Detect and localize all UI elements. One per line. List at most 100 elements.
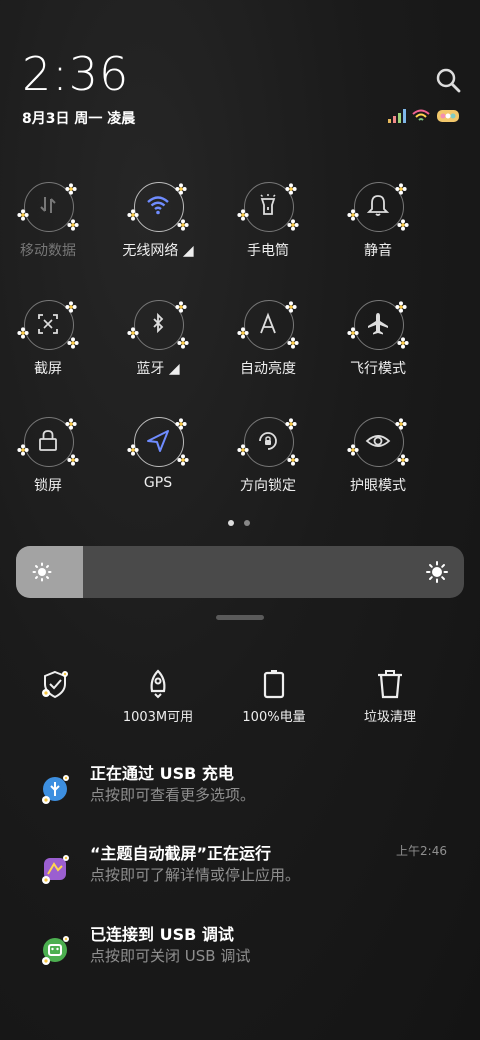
tile-mobile-data[interactable]: 移动数据 — [0, 178, 103, 278]
daisy-decoration — [177, 334, 189, 349]
notification-body: 点按即可关闭 USB 调试 — [90, 947, 251, 965]
date: 8月3日 周一 凌晨 — [22, 111, 136, 127]
brightness-low-icon — [32, 562, 52, 582]
brightness-slider[interactable] — [16, 546, 464, 598]
daisy-decoration — [395, 298, 407, 313]
daisy-decoration — [287, 216, 299, 231]
daisy-decoration — [287, 334, 299, 349]
memory-boost-button[interactable]: 1003M可用 — [103, 668, 213, 725]
clock: 2:36 — [22, 47, 130, 101]
notification-usb-charging[interactable]: 正在通过 USB 充电 点按即可查看更多选项。 — [0, 760, 480, 832]
shield-icon — [42, 670, 68, 699]
status-bar-icons — [388, 108, 462, 124]
wifi-status-icon — [412, 109, 430, 121]
tile-label: 无线网络 ◢ — [122, 243, 194, 259]
tile-lock[interactable]: 锁屏 — [0, 413, 103, 513]
battery-button[interactable]: 100%电量 — [219, 668, 329, 725]
tile-bell[interactable]: 静音 — [323, 178, 433, 278]
daisy-decoration — [395, 180, 407, 195]
rotation-lock-icon — [259, 432, 277, 450]
tile-label: 静音 — [364, 243, 392, 259]
theme-app-icon — [42, 855, 69, 884]
battery-label: 100%电量 — [242, 710, 306, 725]
tile-bluetooth[interactable]: 蓝牙 ◢ — [103, 296, 213, 396]
security-button[interactable] — [0, 668, 110, 706]
trash-icon — [378, 670, 402, 699]
eye-icon — [365, 435, 391, 447]
signal-icon — [388, 109, 406, 123]
daisy-decoration — [67, 451, 79, 466]
daisy-decoration — [177, 216, 189, 231]
cleaner-label: 垃圾清理 — [363, 710, 416, 725]
tile-label: 自动亮度 — [240, 361, 296, 377]
notification-usb-debugging[interactable]: 已连接到 USB 调试 点按即可关闭 USB 调试 — [0, 921, 480, 993]
bluetooth-icon — [153, 312, 164, 334]
tile-label: 蓝牙 ◢ — [136, 361, 180, 377]
screenshot-icon — [38, 314, 58, 334]
notification-body: 点按即可了解详情或停止应用。 — [90, 866, 301, 884]
mobile-data-icon — [40, 197, 56, 213]
notification-title: 正在通过 USB 充电 — [90, 764, 234, 783]
daisy-decoration — [347, 324, 359, 339]
page-dot[interactable] — [244, 520, 250, 526]
notification-title: “主题自动截屏”正在运行 — [90, 844, 272, 863]
bell-icon — [366, 195, 390, 216]
daisy-decoration — [285, 180, 297, 195]
cleaner-button[interactable]: 垃圾清理 — [335, 668, 445, 725]
android-icon — [42, 936, 69, 965]
flashlight-icon — [260, 194, 276, 215]
tile-label: 手电筒 — [247, 243, 289, 259]
battery-status-icon — [437, 110, 459, 122]
location-arrow-icon — [147, 430, 169, 452]
memory-label: 1003M可用 — [122, 710, 194, 725]
search-button[interactable] — [434, 66, 462, 94]
daisy-decoration — [287, 451, 299, 466]
notification-theme-screenshot[interactable]: “主题自动截屏”正在运行 点按即可了解详情或停止应用。 上午2:46 — [0, 840, 480, 912]
battery-icon — [263, 670, 285, 699]
tile-auto-brightness[interactable]: 自动亮度 — [213, 296, 323, 396]
daisy-decoration — [67, 216, 79, 231]
rocket-icon — [150, 669, 166, 699]
tile-screenshot[interactable]: 截屏 — [0, 296, 103, 396]
daisy-decoration — [397, 451, 409, 466]
daisy-decoration — [127, 206, 139, 221]
tile-wifi[interactable]: 无线网络 ◢ — [103, 178, 213, 278]
usb-icon — [42, 775, 69, 804]
tile-label: 截屏 — [34, 361, 62, 377]
tile-label: 移动数据 — [20, 243, 76, 259]
daisy-decoration — [17, 324, 29, 339]
tile-label: 方向锁定 — [240, 478, 296, 494]
drag-handle[interactable] — [216, 615, 264, 620]
daisy-decoration — [285, 298, 297, 313]
daisy-decoration — [237, 324, 249, 339]
daisy-decoration — [177, 451, 189, 466]
daisy-decoration — [17, 441, 29, 456]
tile-label: 锁屏 — [34, 478, 62, 494]
search-icon — [436, 68, 461, 93]
daisy-decoration — [67, 334, 79, 349]
daisy-decoration — [285, 415, 297, 430]
tile-location-arrow[interactable]: GPS — [103, 413, 213, 513]
daisy-decoration — [395, 415, 407, 430]
daisy-decoration — [347, 441, 359, 456]
tile-flashlight[interactable]: 手电筒 — [213, 178, 323, 278]
daisy-decoration — [127, 441, 139, 456]
daisy-decoration — [175, 180, 187, 195]
daisy-decoration — [65, 180, 77, 195]
daisy-decoration — [175, 298, 187, 313]
tile-airplane[interactable]: 飞行模式 — [323, 296, 433, 396]
notification-time: 上午2:46 — [396, 844, 447, 858]
notification-body: 点按即可查看更多选项。 — [90, 786, 256, 804]
page-dot[interactable] — [228, 520, 234, 526]
daisy-decoration — [397, 216, 409, 231]
tile-label: GPS — [143, 475, 173, 491]
daisy-decoration — [17, 206, 29, 221]
daisy-decoration — [65, 298, 77, 313]
daisy-decoration — [397, 334, 409, 349]
tile-eye[interactable]: 护眼模式 — [323, 413, 433, 513]
page-indicator — [228, 520, 250, 526]
tile-label: 护眼模式 — [350, 478, 406, 494]
tile-rotation-lock[interactable]: 方向锁定 — [213, 413, 323, 513]
daisy-decoration — [237, 441, 249, 456]
notification-title: 已连接到 USB 调试 — [90, 925, 234, 944]
